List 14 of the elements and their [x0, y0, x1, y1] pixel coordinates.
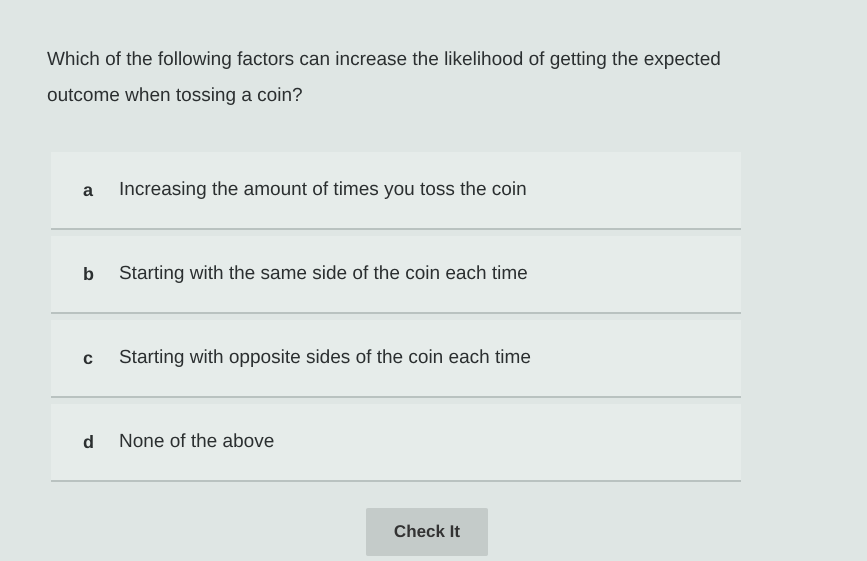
- option-text: Increasing the amount of times you toss the coin: [119, 178, 527, 202]
- answer-option[interactable]: d None of the above: [51, 404, 741, 482]
- option-letter: a: [83, 178, 93, 202]
- answer-option[interactable]: a Increasing the amount of times you toss the coin: [51, 152, 741, 230]
- option-letter: d: [83, 430, 93, 454]
- option-text: Starting with the same side of the coin each time: [119, 262, 528, 286]
- option-text: Starting with opposite sides of the coin each time: [119, 346, 531, 370]
- option-letter: b: [83, 262, 93, 286]
- option-text: None of the above: [119, 430, 274, 454]
- answer-option[interactable]: b Starting with the same side of the coin each time: [51, 236, 741, 314]
- option-letter: c: [83, 346, 93, 370]
- check-button[interactable]: Check It: [366, 508, 488, 556]
- question-text: Which of the following factors can increase the likelihood of getting the expected outcome when tossing a coin?: [47, 48, 722, 108]
- answer-option[interactable]: c Starting with opposite sides of the coin each time: [51, 320, 741, 398]
